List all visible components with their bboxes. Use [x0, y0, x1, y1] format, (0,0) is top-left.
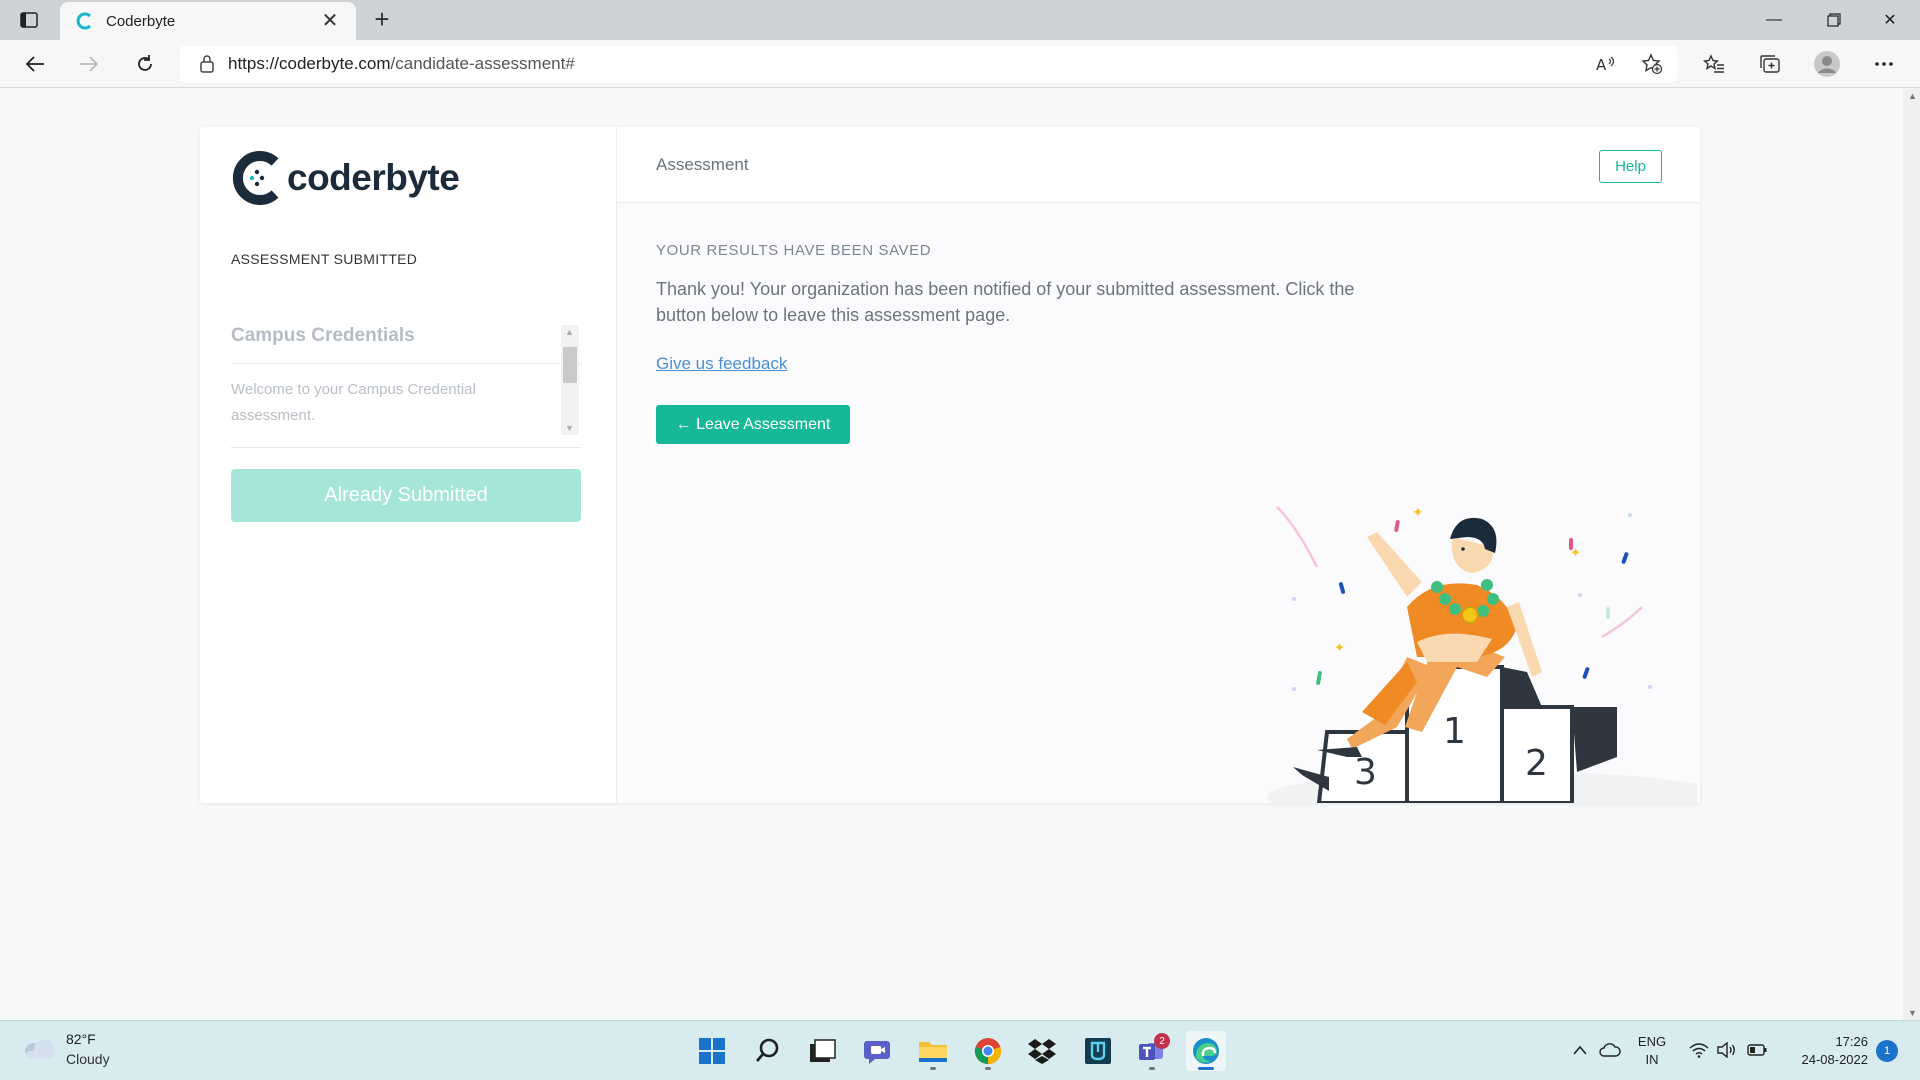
active-indicator: [1198, 1067, 1214, 1070]
podium-second-label: 2: [1525, 743, 1548, 784]
section-scrollbar[interactable]: ▲ ▼: [561, 325, 579, 435]
chat-icon[interactable]: [858, 1031, 898, 1071]
minimize-icon[interactable]: —: [1746, 0, 1802, 40]
refresh-icon[interactable]: [128, 48, 162, 80]
tab-title: Coderbyte: [106, 12, 176, 30]
add-favorite-icon[interactable]: [1636, 48, 1668, 80]
restore-icon[interactable]: [1806, 0, 1862, 40]
running-indicator: [985, 1067, 991, 1070]
running-indicator: [1149, 1067, 1155, 1070]
thank-you-message: Thank you! Your organization has been no…: [656, 279, 1355, 325]
scroll-down-icon[interactable]: ▼: [1908, 1008, 1917, 1018]
back-icon[interactable]: [18, 48, 52, 80]
wifi-icon[interactable]: [1688, 1039, 1710, 1061]
notification-center-badge[interactable]: 1: [1876, 1040, 1898, 1062]
svg-text:A: A: [1596, 56, 1607, 73]
tab-actions-icon[interactable]: [14, 8, 44, 32]
lock-icon[interactable]: [200, 55, 214, 73]
assessment-card: coderbyte ASSESSMENT SUBMITTED Campus Cr…: [200, 127, 1700, 803]
profile-avatar-icon[interactable]: [1811, 48, 1843, 80]
already-submitted-button[interactable]: Already Submitted: [231, 469, 581, 522]
tab-close-icon[interactable]: ✕: [318, 11, 342, 31]
collections-icon[interactable]: [1754, 48, 1786, 80]
assessment-status: ASSESSMENT SUBMITTED: [231, 251, 418, 267]
svg-text:✦: ✦: [1570, 546, 1581, 561]
forward-icon[interactable]: [72, 48, 106, 80]
results-saved-heading: YOUR RESULTS HAVE BEEN SAVED: [656, 242, 932, 259]
browser-toolbar: https://coderbyte.com/candidate-assessme…: [0, 40, 1920, 88]
show-hidden-icons-icon[interactable]: [1570, 1039, 1590, 1061]
coderbyte-favicon-icon: [76, 12, 92, 30]
app-launcher-icon[interactable]: [1078, 1031, 1118, 1071]
scroll-down-icon[interactable]: ▼: [565, 423, 574, 433]
url-text: https://coderbyte.com/candidate-assessme…: [228, 54, 575, 73]
browser-tab[interactable]: Coderbyte ✕: [60, 2, 356, 40]
task-view-icon[interactable]: [802, 1031, 842, 1071]
running-indicator: [930, 1067, 936, 1070]
language-indicator[interactable]: ENG IN: [1634, 1033, 1670, 1069]
cloudy-weather-icon[interactable]: [22, 1035, 56, 1061]
assessment-sidebar: coderbyte ASSESSMENT SUBMITTED Campus Cr…: [200, 127, 617, 803]
edge-icon[interactable]: [1186, 1031, 1226, 1071]
address-bar[interactable]: https://coderbyte.com/candidate-assessme…: [180, 46, 1678, 82]
svg-text:✦: ✦: [1412, 505, 1424, 521]
help-button[interactable]: Help: [1599, 150, 1662, 183]
give-feedback-link[interactable]: Give us feedback: [656, 354, 787, 374]
more-options-icon[interactable]: [1868, 48, 1900, 80]
main-header: Assessment Help: [617, 127, 1700, 203]
logo-text: coderbyte: [287, 157, 460, 198]
favorites-icon[interactable]: [1698, 48, 1730, 80]
divider: [231, 447, 581, 448]
read-aloud-icon[interactable]: A: [1590, 48, 1622, 80]
leave-assessment-button[interactable]: ← Leave Assessment: [656, 405, 850, 444]
coderbyte-logo-icon: [232, 151, 279, 205]
weather-temperature[interactable]: 82°F: [66, 1031, 96, 1047]
divider: [231, 363, 581, 364]
coderbyte-logo: coderbyte: [231, 150, 460, 206]
system-clock[interactable]: 17:26 24-08-2022: [1780, 1033, 1869, 1069]
dropbox-icon[interactable]: [1022, 1031, 1062, 1071]
assessment-main: Assessment Help YOUR RESULTS HAVE BEEN S…: [617, 127, 1700, 803]
podium-first-label: 1: [1443, 711, 1466, 752]
teams-icon[interactable]: 2: [1132, 1031, 1172, 1071]
winner-podium-illustration: ✦ ✦ ✦ 3 1 2: [1267, 505, 1697, 803]
assessment-section-title: Campus Credentials: [231, 325, 415, 346]
new-tab-icon[interactable]: +: [368, 6, 396, 34]
search-icon[interactable]: [748, 1031, 788, 1071]
podium-third-label: 3: [1354, 752, 1377, 793]
browser-tab-bar: Coderbyte ✕ + — ✕: [0, 0, 1920, 40]
file-explorer-icon[interactable]: [913, 1031, 953, 1071]
scroll-thumb[interactable]: [563, 347, 577, 383]
onedrive-icon[interactable]: [1598, 1039, 1622, 1061]
chrome-icon[interactable]: [968, 1031, 1008, 1071]
start-icon[interactable]: [692, 1031, 732, 1071]
svg-text:✦: ✦: [1334, 641, 1345, 656]
taskbar: 82°F Cloudy 2 ENG IN 17:26 24-08-2022 1: [0, 1020, 1920, 1080]
battery-icon[interactable]: [1746, 1039, 1768, 1061]
page-title: Assessment: [656, 155, 749, 174]
weather-description[interactable]: Cloudy: [66, 1051, 110, 1067]
window-close-icon[interactable]: ✕: [1862, 0, 1918, 40]
page-scrollbar[interactable]: ▲ ▼: [1903, 89, 1920, 1020]
scroll-up-icon[interactable]: ▲: [1908, 91, 1917, 101]
scroll-up-icon[interactable]: ▲: [565, 327, 574, 337]
teams-notification-badge: 2: [1154, 1033, 1170, 1049]
volume-icon[interactable]: [1716, 1039, 1738, 1061]
assessment-section-description: Welcome to your Campus Credential assess…: [231, 381, 476, 424]
